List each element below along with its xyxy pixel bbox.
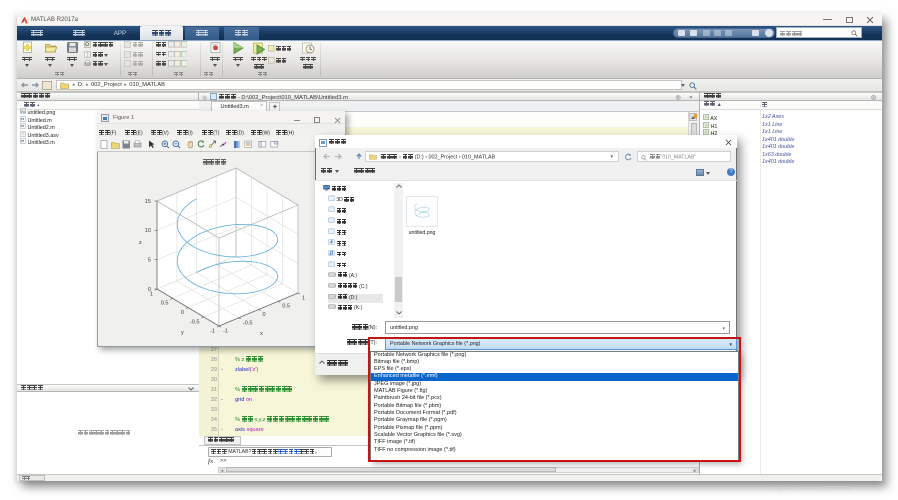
svg-text:-0.5: -0.5	[243, 320, 253, 326]
svg-text:-1: -1	[223, 329, 228, 335]
svg-text:5: 5	[148, 258, 151, 264]
svg-text:10: 10	[145, 228, 151, 234]
svg-text:1: 1	[302, 296, 305, 302]
svg-text:0: 0	[181, 310, 184, 316]
svg-text:-1: -1	[210, 329, 215, 335]
svg-text:1: 1	[150, 292, 153, 298]
svg-text:15: 15	[145, 199, 151, 205]
svg-text:z: z	[139, 240, 142, 246]
svg-text:0.5: 0.5	[161, 301, 169, 307]
svg-text:0.5: 0.5	[282, 304, 290, 310]
svg-text:0: 0	[263, 312, 266, 318]
svg-text:x: x	[260, 331, 263, 337]
svg-text:y: y	[181, 330, 184, 336]
svg-text:-0.5: -0.5	[190, 319, 200, 325]
